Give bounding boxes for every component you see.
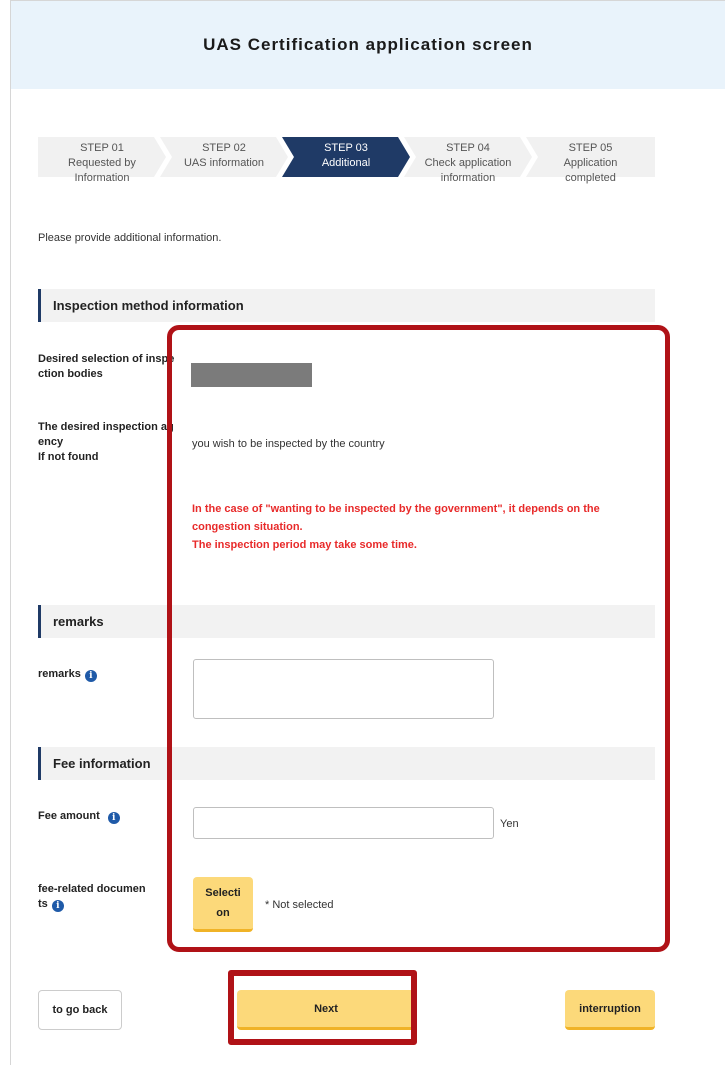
step-5-number: STEP 05 xyxy=(568,142,613,154)
fee-documents-label: fee-related documen ts i xyxy=(38,882,146,912)
step-2-label: UAS information xyxy=(183,157,265,169)
interruption-button[interactable]: interruption xyxy=(565,990,655,1030)
step-2: STEP 02 UAS information xyxy=(160,137,288,177)
step-3: STEP 03 Additional xyxy=(282,137,410,177)
step-4: STEP 04 Check application information xyxy=(404,137,532,184)
remarks-label: remarks i xyxy=(38,667,97,682)
section-remarks-title: remarks xyxy=(53,614,104,629)
info-icon[interactable]: i xyxy=(51,900,64,912)
warning-line1: In the case of "wanting to be inspected … xyxy=(192,503,600,515)
fee-amount-label-text: Fee amount xyxy=(38,810,100,822)
step-4-label: Check application xyxy=(424,157,512,169)
fee-documents-label-line1: fee-related documen xyxy=(38,883,146,895)
step-5-label-2: completed xyxy=(565,172,616,184)
step-1-number: STEP 01 xyxy=(80,142,124,154)
file-selection-button[interactable]: Selecti on xyxy=(193,877,253,932)
step-1: STEP 01 Requested by Information xyxy=(38,137,166,184)
step-3-label: Additional xyxy=(321,157,371,169)
agency-label-line3: If not found xyxy=(38,451,99,463)
warning-line3: The inspection period may take some time… xyxy=(192,539,417,551)
inspection-agency-value: you wish to be inspected by the country xyxy=(192,438,385,450)
selection-label-line1: Selecti xyxy=(205,887,241,899)
desired-selection-label-line2: ction bodies xyxy=(38,368,103,380)
remarks-textarea[interactable] xyxy=(193,659,494,719)
step-1-label-2: Information xyxy=(74,172,130,184)
file-status-text: * Not selected xyxy=(265,899,334,911)
step-5-label: Application xyxy=(563,157,618,169)
step-5: STEP 05 Application completed xyxy=(526,137,655,184)
inspection-warning: In the case of "wanting to be inspected … xyxy=(192,500,662,554)
step-progress: STEP 01 Requested by Information STEP 02 UA… xyxy=(38,137,655,197)
intro-text: Please provide additional information. xyxy=(38,232,222,244)
page-header: UAS Certification application screen xyxy=(11,1,725,89)
agency-label-line1: The desired inspection ag xyxy=(38,421,174,433)
inspection-agency-label: The desired inspection ag ency If not fo… xyxy=(38,420,174,465)
fee-amount-input[interactable] xyxy=(193,807,494,839)
page-title: UAS Certification application screen xyxy=(203,35,533,54)
step-4-number: STEP 04 xyxy=(446,142,490,154)
next-button[interactable]: Next xyxy=(237,990,415,1030)
section-remarks-header: remarks xyxy=(38,605,655,638)
fee-documents-label-line2: ts xyxy=(38,898,48,910)
selection-label-line2: on xyxy=(216,907,230,919)
info-icon[interactable]: i xyxy=(107,812,120,824)
desired-selection-label-line1: Desired selection of inspe xyxy=(38,353,175,365)
step-3-number: STEP 03 xyxy=(324,142,368,154)
yen-unit: Yen xyxy=(500,818,519,830)
inspection-body-select[interactable] xyxy=(191,363,312,387)
info-icon[interactable]: i xyxy=(84,670,97,682)
step-2-number: STEP 02 xyxy=(202,142,246,154)
section-inspection-title: Inspection method information xyxy=(53,298,244,313)
fee-amount-label: Fee amount i xyxy=(38,809,120,824)
section-fee-title: Fee information xyxy=(53,756,151,771)
step-4-label-2: information xyxy=(440,172,496,184)
section-fee-header: Fee information xyxy=(38,747,655,780)
step-1-label: Requested by xyxy=(68,157,136,169)
warning-line2: congestion situation. xyxy=(192,521,303,533)
desired-selection-label: Desired selection of inspe ction bodies xyxy=(38,352,174,382)
remarks-label-text: remarks xyxy=(38,668,81,680)
agency-label-line2: ency xyxy=(38,436,64,448)
back-button[interactable]: to go back xyxy=(38,990,122,1030)
section-inspection-header: Inspection method information xyxy=(38,289,655,322)
